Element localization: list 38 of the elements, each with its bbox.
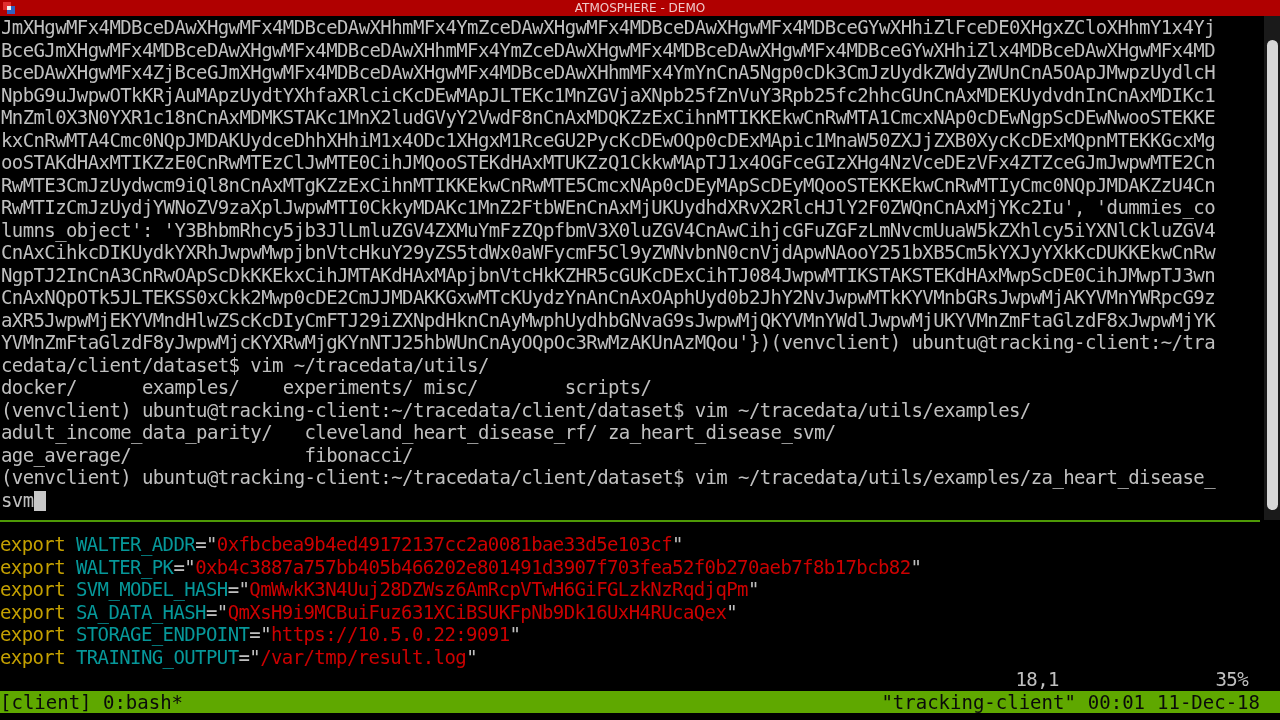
- code-line: export SVM_MODEL_HASH="QmWwkK3N4Uuj28DZWsz6AmRcpVTwH6GiFGLzkNzRqdjqPm": [0, 578, 760, 601]
- terminal-line: CnAxNQpOTk5JLTEKSS0xCkk2Mwp0cDE2CmJJMDAKKGxwMTcKUydzYnAnCnAxOAphUyd0b2JhY2NvJwpwMTkKYVMnbGRsJwpwMjAKYVMnYWRpcG9z: [1, 286, 1216, 309]
- host-name: "tracking-client": [881, 690, 1076, 713]
- terminal-line: adult_income_data_parity/ cleveland_heart_disease_rf/ za_heart_disease_svm/: [1, 421, 837, 444]
- cursor-position: 18,1: [1015, 668, 1060, 691]
- app-icon: [2, 1, 16, 15]
- clock-time: 00:01: [1087, 690, 1146, 713]
- scroll-percent: 35%: [1215, 668, 1248, 691]
- terminal-line: kxCnRwMTA4Cmc0NQpJMDAKUydceDhhXHhiM1x4ODc1XHgxM1RceGU2PycKcDEwOQp0cDExMApic1MnaW50ZXJjZXB0XycKcDExMQpnMTEKKGcxMg: [1, 128, 1216, 151]
- terminal-line: svm: [1, 488, 1264, 511]
- terminal-line: RwMTIzCmJzUydjYWNoZV9zaXplJwpwMTI0CkkyMDAKc1MnZ2FtbWEnCnAxMjUKUydhdXRvX2RlcHJlY2F0ZWQnCnAxMjYKc2Iu', 'dummies_co: [1, 196, 1216, 219]
- terminal-line: NgpTJ2InCnA3CnRwOApScDkKKEkxCihJMTAKdHAxMApjbnVtcHkKZHR5cGUKcDExCihTJ084JwpwMTIKSTAKSTEKdHAxMwpScDE0CihJMwpTJ3wn: [1, 263, 1216, 286]
- code-line: export SA_DATA_HASH="QmXsH9i9MCBuiFuz631XCiBSUKFpNb9Dk16UxH4RUcaQex": [0, 600, 739, 623]
- window-title: ATMOSPHERE - DEMO: [574, 0, 706, 16]
- terminal-line: BceDAwXHgwMFx4ZjBceGJmXHgwMFx4MDBceDAwXHgwMFx4MDBceDAwXHhmMFx4YmYnCnA5Ngp0cDk3CmJzUydkZWdyZWUnCnA5OApJMwpzUydlcH: [1, 61, 1216, 84]
- terminal-line: YVMnZmFtaGlzdF8yJwpwMjcKYXRwMjgKYnNTJ25hbWUnCnAyOQpOc3RwMzAKUnAzMQou'})(venvclient) ubuntu@tracking-client:~/tra: [1, 331, 1216, 354]
- terminal-line: docker/ examples/ experiments/ misc/ scripts/: [1, 376, 653, 399]
- code-line: export WALTER_PK="0xb4c3887a757bb405b466202e801491d3907f703fea52f0b270aeb7f8b17bcb82": [0, 555, 923, 578]
- terminal-line: MnZml0X3N0YXR1c18nCnAxMDMKSTAKc1MnX2ludGVyY2VwdF8nCnAxMDQKZzExCihnMTIKKEkwCnRwMTA1CmcxNAp0cDEwNgpScDEwNwooSTEKKE: [1, 106, 1216, 129]
- session-label: [client] 0:bash*: [0, 690, 184, 713]
- terminal-line: CnAxCihkcDIKUydkYXRhJwpwMwpjbnVtcHkuY29yZS5tdWx0aWFycmF5Cl9yZWNvbnN0cnVjdApwNAooY251bXB5Cm5kYXJyYXkKcDUKKEkwCnRw: [1, 241, 1217, 264]
- code-line: export WALTER_ADDR="0xfbcbea9b4ed49172137cc2a0081bae33d5e103cf": [0, 533, 684, 556]
- terminal-line: cedata/client/dataset$ vim ~/tracedata/utils/: [1, 353, 490, 376]
- text-cursor: [33, 490, 46, 511]
- terminal-line: aXR5JwpwMjEKYVMndHlwZScKcDIyCmFTJ29iZXNpdHknCnAyMwphUydhbGNvaG9sJwpwMjQKYVMnYWdlJwpwMjUKYVMnZmFtaGlzdF8xJwpwMjYK: [1, 308, 1217, 331]
- date-label: 11-Dec-18: [1157, 690, 1260, 713]
- terminal-line: age_average/ fibonacci/: [1, 443, 413, 466]
- terminal-line: ooSTAKdHAxMTIKZzE0CnRwMTEzClJwMTE0CihJMQooSTEKdHAxMTUKZzQ1CkkwMApTJ1x4OGFceGIzXHg4NzVceDEzVFx4ZTZceGJmJwpwMTE2Cn: [1, 151, 1216, 174]
- terminal-line: NpbG9uJwpwOTkKRjAuMApzUydtYXhfaXRlcicKcDEwMApJLTEKc1MnZGVjaXNpb25fZnVuY3Rpb25fc2hhcGUnCnAxMDEKUydvdnInCnAxMDIKc1: [1, 83, 1216, 106]
- scrollbar[interactable]: [1264, 16, 1280, 520]
- terminal-line: (venvclient) ubuntu@tracking-client:~/tracedata/client/dataset$ vim ~/tracedata/utils/examples/za_heart_disease_: [1, 466, 1217, 489]
- terminal-line: (venvclient) ubuntu@tracking-client:~/tracedata/client/dataset$ vim ~/tracedata/utils/examples/: [1, 398, 1032, 421]
- terminal-line: JmXHgwMFx4MDBceDAwXHgwMFx4MDBceDAwXHhmMFx4YmZceDAwXHgwMFx4MDBceDAwXHgwMFx4MDBceGYwXHhiZlFceDE0XHgxZCloXHhmY1x4Yj: [1, 16, 1216, 39]
- code-line: export STORAGE_ENDPOINT="https://10.5.0.22:9091": [0, 623, 522, 646]
- terminal-line: lumns_object': 'Y3BhbmRhcy5jb3JlLmluZGV4ZXMuYmFzZQpfbmV3X0luZGV4CnAwCihjcGFuZGFzLmNvcmUuaW5kZXhlcy5iYXNlCkluZGV4: [1, 218, 1216, 241]
- code-line: export TRAINING_OUTPUT="/var/tmp/result.log": [0, 645, 478, 668]
- terminal-line: RwMTE3CmJzUydwcm9iQl8nCnAxMTgKZzExCihnMTIKKEkwCnRwMTE5CmcxNAp0cDEyMApScDEyMQooSTEKKEkwCnRwMTIyCmc0NQpJMDAKZzU4Cn: [1, 173, 1216, 196]
- terminal-line: BceGJmXHgwMFx4MDBceDAwXHgwMFx4MDBceDAwXHhmMFx4YmZceDAwXHgwMFx4MDBceDAwXHgwMFx4MDBceGYwXHhiZlx4MDBceDAwXHgwMFx4MD: [1, 38, 1216, 61]
